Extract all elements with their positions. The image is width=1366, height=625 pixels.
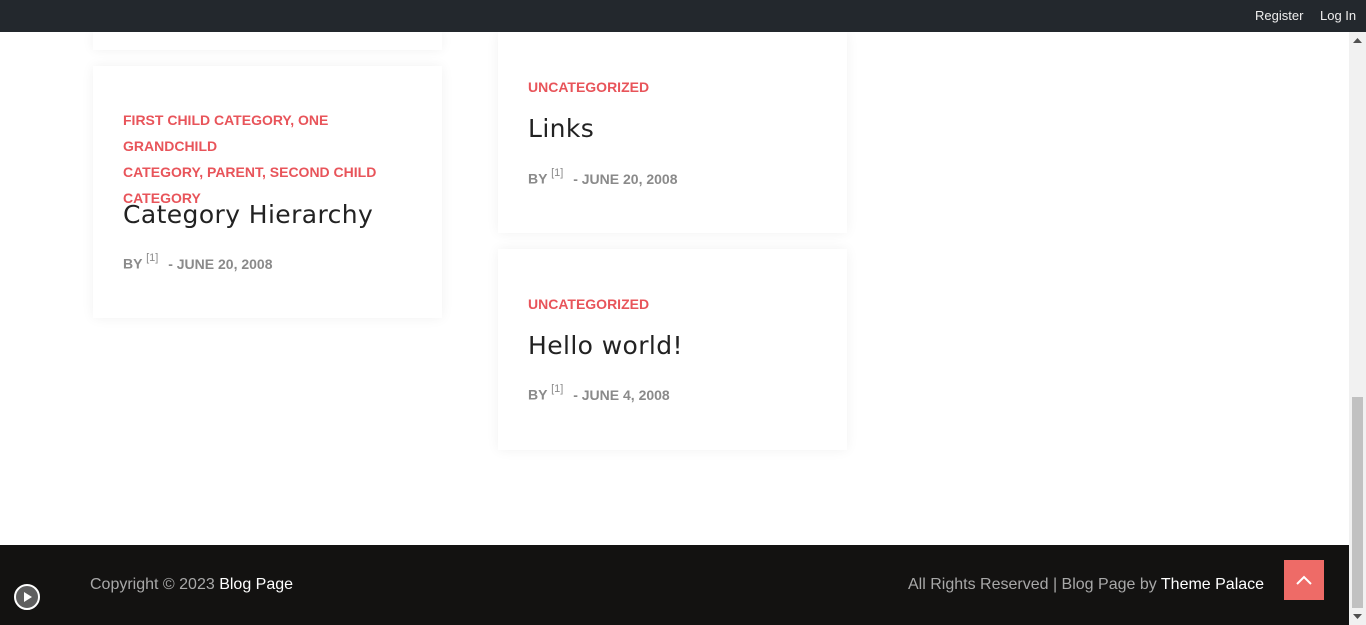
- scrollbar-thumb[interactable]: [1352, 397, 1363, 608]
- post-card-links: UNCATEGORIZED Links BY [1] - JUNE 20, 20…: [498, 32, 847, 233]
- category-link[interactable]: SECOND CHILD: [270, 164, 377, 180]
- post-meta: BY [1] - JUNE 4, 2008: [528, 383, 670, 403]
- chevron-up-icon: [1296, 575, 1312, 585]
- by-label: BY: [123, 255, 143, 272]
- post-meta: BY [1] - JUNE 20, 2008: [528, 167, 678, 187]
- category-link[interactable]: PARENT: [207, 164, 262, 180]
- register-link[interactable]: Register: [1255, 8, 1303, 23]
- scroll-up-arrow-icon[interactable]: [1349, 34, 1366, 48]
- category-list: FIRST CHILD CATEGORY, ONE GRANDCHILD CAT…: [123, 112, 377, 206]
- category-link[interactable]: UNCATEGORIZED: [528, 296, 649, 312]
- author-link[interactable]: [1]: [146, 252, 158, 264]
- post-date[interactable]: - JUNE 20, 2008: [573, 171, 677, 187]
- category-link[interactable]: CATEGORY: [123, 164, 199, 180]
- post-meta: BY [1] - JUNE 20, 2008: [123, 252, 273, 272]
- post-card-category-hierarchy: FIRST CHILD CATEGORY, ONE GRANDCHILD CAT…: [93, 66, 442, 318]
- site-name-link[interactable]: Blog Page: [219, 576, 293, 593]
- category-link[interactable]: UNCATEGORIZED: [528, 79, 649, 95]
- play-icon: [24, 592, 32, 602]
- login-link[interactable]: Log In: [1320, 8, 1356, 23]
- post-date[interactable]: - JUNE 20, 2008: [168, 256, 272, 272]
- author-link[interactable]: [1]: [551, 383, 563, 395]
- post-title-link[interactable]: Category Hierarchy: [123, 200, 373, 229]
- rights-prefix: All Rights Reserved | Blog Page by: [908, 576, 1157, 593]
- copyright-prefix: Copyright © 2023: [90, 576, 215, 593]
- post-title-link[interactable]: Hello world!: [528, 331, 683, 360]
- category-link[interactable]: FIRST CHILD CATEGORY: [123, 112, 290, 128]
- copyright-text: Copyright © 2023 Blog Page: [90, 576, 293, 594]
- admin-bar: Register Log In: [0, 0, 1366, 32]
- post-date[interactable]: - JUNE 4, 2008: [573, 387, 670, 403]
- play-button[interactable]: [14, 584, 40, 610]
- by-label: BY: [528, 170, 548, 187]
- site-footer: Copyright © 2023 Blog Page All Rights Re…: [0, 545, 1349, 625]
- author-link[interactable]: [1]: [551, 167, 563, 179]
- by-label: BY: [528, 386, 548, 403]
- post-title-link[interactable]: Links: [528, 114, 594, 143]
- post-card-partial: [93, 32, 442, 50]
- scroll-to-top-button[interactable]: [1284, 560, 1324, 600]
- post-card-hello-world: UNCATEGORIZED Hello world! BY [1] - JUNE…: [498, 249, 847, 450]
- rights-text: All Rights Reserved | Blog Page by Theme…: [908, 576, 1264, 594]
- theme-palace-link[interactable]: Theme Palace: [1161, 576, 1264, 593]
- scroll-down-arrow-icon[interactable]: [1349, 609, 1366, 623]
